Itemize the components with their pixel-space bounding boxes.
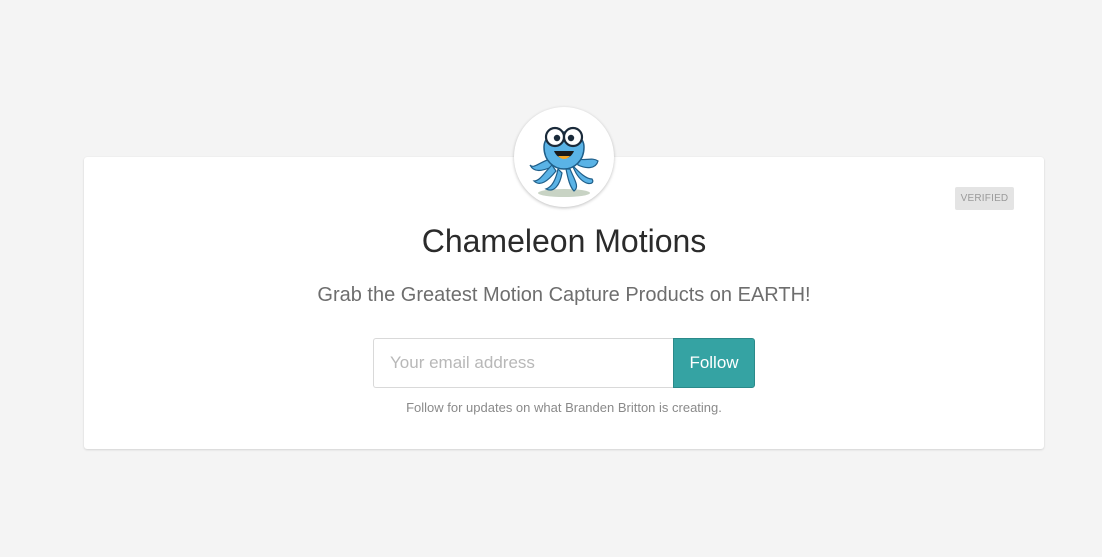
page-title: Chameleon Motions [421,223,707,259]
page: VERIFIED Chameleon Motions Grab the Grea… [0,0,1102,557]
verified-badge: VERIFIED [955,187,1014,210]
follow-button[interactable]: Follow [673,338,755,388]
avatar [514,107,614,207]
tagline: Grab the Greatest Motion Capture Product… [317,284,811,306]
email-input[interactable] [373,338,673,388]
follow-note: Follow for updates on what Branden Britt… [406,400,722,415]
follow-form: Follow [373,338,755,388]
octopus-mascot-icon [529,126,599,197]
